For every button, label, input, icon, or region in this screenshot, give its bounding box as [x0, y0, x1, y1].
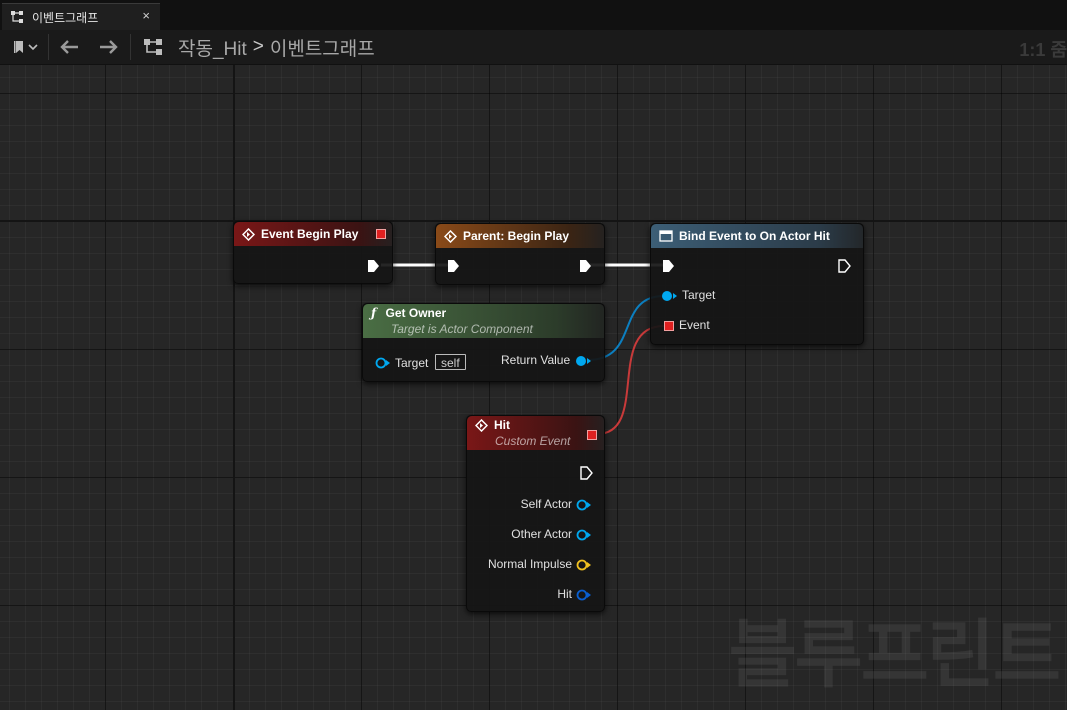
- breadcrumb-root[interactable]: 작동_Hit: [178, 34, 247, 61]
- exec-out-pin[interactable]: [578, 258, 592, 274]
- delegate-in-pin[interactable]: [664, 321, 674, 331]
- node-subtitle: Custom Event: [495, 434, 571, 448]
- pin-label-event: Event: [679, 318, 710, 332]
- node-header: ƒ Get Owner Target is Actor Component: [363, 304, 604, 338]
- delegate-pin[interactable]: [376, 229, 386, 239]
- node-subtitle: Target is Actor Component: [391, 322, 533, 336]
- back-button[interactable]: [56, 30, 84, 64]
- delegate-out-pin[interactable]: [587, 430, 597, 440]
- pin-label-normal-impulse: Normal Impulse: [487, 557, 572, 571]
- graph-icon: [144, 39, 162, 55]
- graph-type-icon-box: [140, 30, 166, 64]
- forward-arrow-icon: [100, 40, 118, 54]
- node-title: Hit: [494, 418, 510, 432]
- breadcrumb: 작동_Hit > 이벤트그래프: [178, 30, 375, 64]
- exec-out-pin[interactable]: [837, 258, 851, 274]
- event-icon: [475, 418, 488, 432]
- pin-label-self-actor: Self Actor: [520, 497, 572, 511]
- pin-label-return-value: Return Value: [501, 353, 571, 367]
- node-get-owner[interactable]: ƒ Get Owner Target is Actor Component Ta…: [362, 303, 605, 382]
- bookmark-button[interactable]: [6, 30, 44, 64]
- function-box-icon: [659, 230, 673, 242]
- blueprint-watermark: 블루프린트: [728, 612, 1061, 698]
- object-out-pin[interactable]: [576, 499, 592, 511]
- chevron-down-icon: [28, 44, 38, 51]
- graph-icon: [11, 11, 23, 23]
- close-icon[interactable]: ×: [142, 8, 150, 23]
- node-header: Hit Custom Event: [467, 416, 604, 450]
- pin-label-target: Target: [395, 356, 429, 370]
- pin-label-hit: Hit: [557, 587, 572, 601]
- node-bind-event-on-actor-hit[interactable]: Bind Event to On Actor Hit Target Event: [650, 223, 864, 345]
- pin-label-other-actor: Other Actor: [511, 527, 572, 541]
- node-title: Get Owner: [385, 306, 447, 320]
- event-icon: [444, 229, 457, 243]
- toolbar: 작동_Hit > 이벤트그래프 1:1 줌: [0, 30, 1067, 65]
- node-header: Parent: Begin Play: [436, 224, 604, 248]
- object-in-pin[interactable]: [661, 290, 679, 302]
- struct-out-pin[interactable]: [576, 589, 592, 601]
- node-title: Event Begin Play: [261, 227, 359, 241]
- target-default-value-field[interactable]: self: [435, 354, 466, 370]
- object-in-pin[interactable]: [375, 357, 391, 369]
- forward-button[interactable]: [94, 30, 122, 64]
- back-arrow-icon: [60, 40, 78, 54]
- event-icon: [242, 227, 255, 241]
- chevron-right-icon: >: [252, 36, 264, 57]
- zoom-level: 1:1 줌: [1019, 40, 1067, 60]
- exec-in-pin[interactable]: [661, 258, 675, 274]
- node-parent-begin-play[interactable]: Parent: Begin Play: [435, 223, 605, 285]
- breadcrumb-current: 이벤트그래프: [269, 38, 375, 60]
- bookmark-icon: [14, 41, 38, 53]
- object-out-pin[interactable]: [576, 529, 592, 541]
- tab-event-graph[interactable]: 이벤트그래프 ×: [2, 3, 160, 30]
- function-icon: ƒ: [371, 306, 377, 320]
- node-header: Bind Event to On Actor Hit: [651, 224, 863, 248]
- exec-out-pin[interactable]: [579, 465, 593, 481]
- object-out-pin[interactable]: [575, 355, 593, 367]
- tab-label: 이벤트그래프: [32, 11, 99, 25]
- vector-out-pin[interactable]: [576, 559, 592, 571]
- node-custom-event-hit[interactable]: Hit Custom Event Self Actor Other Actor …: [466, 415, 605, 612]
- pin-label-target: Target: [682, 288, 716, 302]
- node-title: Parent: Begin Play: [463, 229, 570, 243]
- node-event-begin-play[interactable]: Event Begin Play: [233, 221, 393, 284]
- node-header: Event Begin Play: [234, 222, 392, 246]
- exec-in-pin[interactable]: [446, 258, 460, 274]
- tab-strip: 이벤트그래프 ×: [0, 0, 1067, 30]
- node-title: Bind Event to On Actor Hit: [679, 229, 830, 243]
- exec-out-pin[interactable]: [366, 258, 380, 274]
